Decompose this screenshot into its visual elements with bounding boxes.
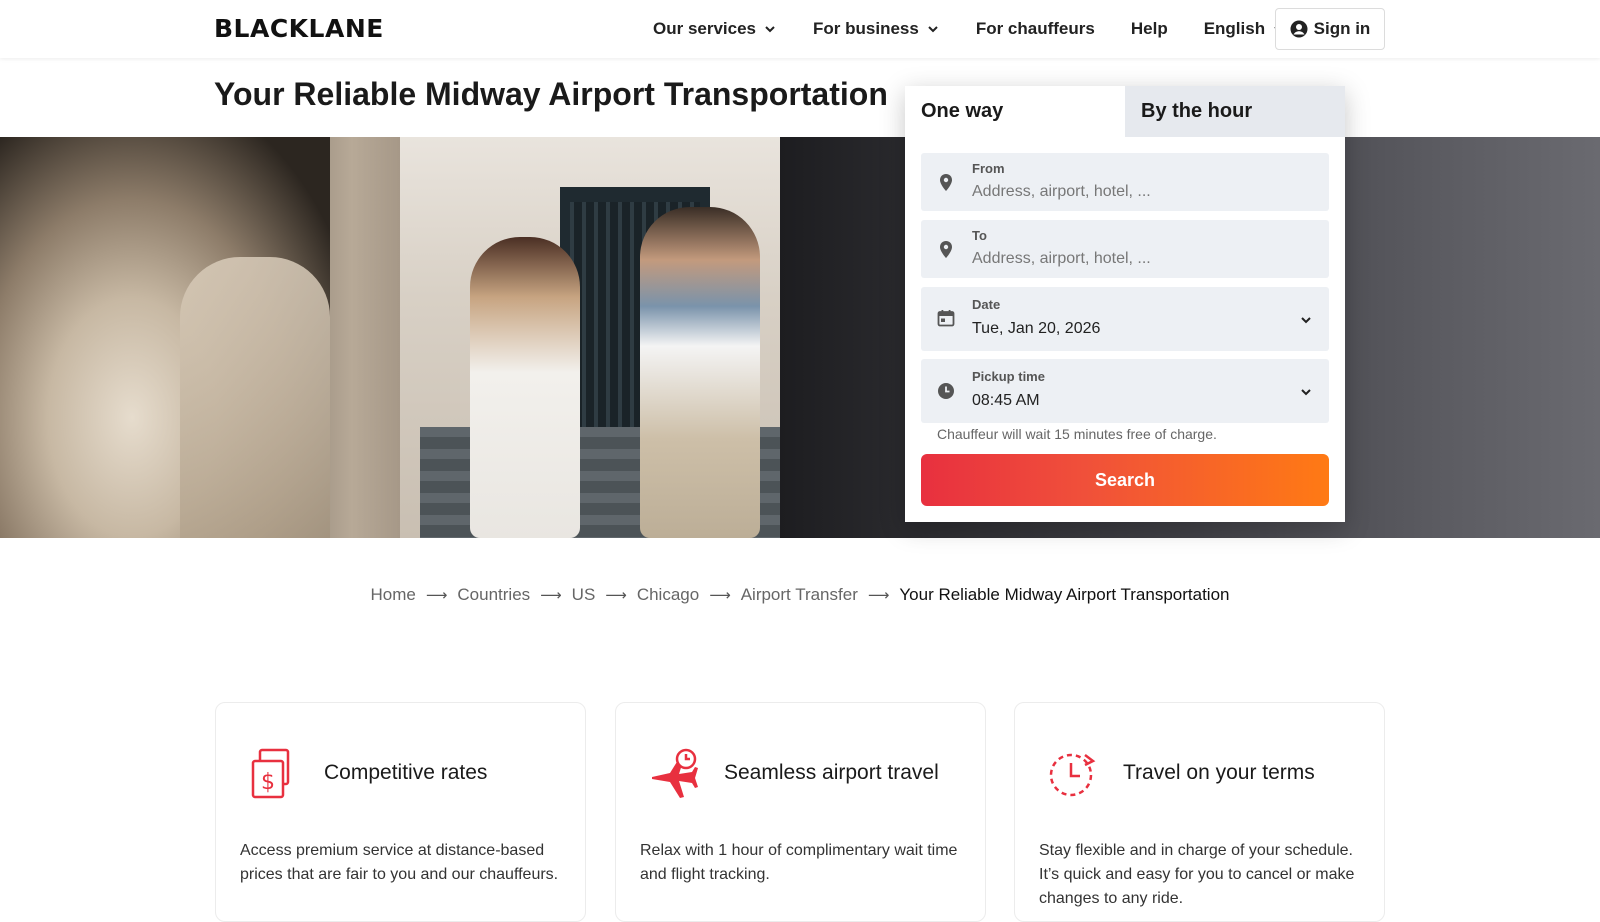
- page-title: Your Reliable Midway Airport Transportat…: [214, 76, 888, 112]
- feature-text: Relax with 1 hour of complimentary wait …: [640, 842, 958, 883]
- clock-refresh-icon: [1049, 753, 1096, 797]
- feature-text: Access premium service at distance-based…: [240, 842, 559, 883]
- feature-card-competitive-rates: $ Competitive rates Access premium servi…: [215, 702, 586, 922]
- breadcrumb-chicago[interactable]: Chicago: [637, 585, 699, 605]
- location-pin-icon: [940, 174, 952, 191]
- site-header: BLACKLANE Our services For business For …: [0, 0, 1600, 58]
- arrow-right-icon: ⟶: [709, 587, 731, 604]
- date-label: Date: [972, 297, 1001, 312]
- nav-label: For business: [813, 19, 919, 38]
- feature-card-travel-on-your-terms: Travel on your terms Stay flexible and i…: [1014, 702, 1385, 922]
- arrow-right-icon: ⟶: [425, 587, 448, 604]
- chevron-down-icon: [926, 22, 940, 36]
- feature-title: Competitive rates: [324, 761, 488, 784]
- breadcrumb-countries[interactable]: Countries: [457, 585, 530, 605]
- from-field[interactable]: From Address, airport, hotel, ...: [921, 153, 1329, 211]
- date-field[interactable]: Date Tue, Jan 20, 2026: [921, 287, 1329, 351]
- arrow-right-icon: ⟶: [540, 587, 562, 604]
- sign-in-label: Sign in: [1313, 19, 1371, 38]
- to-field[interactable]: To Address, airport, hotel, ...: [921, 220, 1329, 278]
- feature-text: Stay flexible and in charge of your sche…: [1039, 842, 1355, 907]
- to-label: To: [972, 228, 987, 243]
- nav-for-business[interactable]: For business: [813, 19, 940, 39]
- user-icon: [1290, 20, 1308, 38]
- breadcrumb-us[interactable]: US: [572, 585, 596, 605]
- arrow-right-icon: ⟶: [605, 587, 627, 604]
- breadcrumb-airport-transfer[interactable]: Airport Transfer: [741, 585, 858, 605]
- wait-time-note: Chauffeur will wait 15 minutes free of c…: [937, 426, 1217, 442]
- sign-in-button[interactable]: Sign in: [1275, 8, 1385, 50]
- feature-card-seamless-airport-travel: Seamless airport travel Relax with 1 hou…: [615, 702, 986, 922]
- nav-label: For chauffeurs: [975, 19, 1095, 38]
- from-input[interactable]: Address, airport, hotel, ...: [972, 183, 1151, 201]
- location-pin-icon: [940, 241, 952, 258]
- breadcrumb: Home ⟶ Countries ⟶ US ⟶ Chicago ⟶ Airpor…: [0, 585, 1600, 605]
- tab-one-way[interactable]: One way: [905, 86, 1125, 137]
- svg-text:$: $: [261, 770, 275, 795]
- tab-by-the-hour[interactable]: By the hour: [1125, 86, 1345, 137]
- feature-title: Seamless airport travel: [724, 761, 939, 784]
- chevron-down-icon: [1301, 317, 1311, 324]
- chevron-down-icon: [1301, 389, 1311, 396]
- booking-widget: One way By the hour From Address, airpor…: [905, 86, 1345, 522]
- nav-label: English: [1203, 19, 1266, 38]
- clock-icon: [938, 383, 954, 399]
- booking-tabs: One way By the hour: [905, 86, 1345, 137]
- hero-seat-back: [180, 257, 330, 538]
- pickup-time-label: Pickup time: [972, 369, 1045, 384]
- nav-label: Our services: [653, 19, 757, 38]
- chevron-down-icon: [763, 22, 777, 36]
- nav-label: Help: [1130, 19, 1168, 38]
- hero-image: [0, 137, 1600, 538]
- blacklane-logo[interactable]: BLACKLANE: [214, 14, 384, 43]
- nav-help[interactable]: Help: [1131, 19, 1168, 39]
- language-selector[interactable]: English: [1204, 19, 1286, 39]
- feature-title: Travel on your terms: [1123, 761, 1315, 784]
- hero-person-man: [640, 207, 760, 538]
- main-nav: Our services For business For chauffeurs…: [653, 0, 1322, 58]
- breadcrumb-home[interactable]: Home: [371, 585, 416, 605]
- nav-for-chauffeurs[interactable]: For chauffeurs: [976, 19, 1095, 39]
- dollar-documents-icon: $: [251, 748, 290, 799]
- date-value: Tue, Jan 20, 2026: [972, 320, 1101, 337]
- nav-our-services[interactable]: Our services: [653, 19, 777, 39]
- breadcrumb-current: Your Reliable Midway Airport Transportat…: [899, 585, 1230, 604]
- pickup-time-value: 08:45 AM: [972, 392, 1040, 409]
- calendar-icon: [937, 310, 955, 327]
- hero-person-woman: [470, 237, 580, 538]
- airplane-clock-icon: [652, 748, 698, 798]
- from-label: From: [972, 161, 1005, 176]
- arrow-right-icon: ⟶: [867, 587, 890, 604]
- pickup-time-field[interactable]: Pickup time 08:45 AM: [921, 359, 1329, 423]
- search-button[interactable]: Search: [921, 454, 1329, 506]
- to-input[interactable]: Address, airport, hotel, ...: [972, 250, 1151, 268]
